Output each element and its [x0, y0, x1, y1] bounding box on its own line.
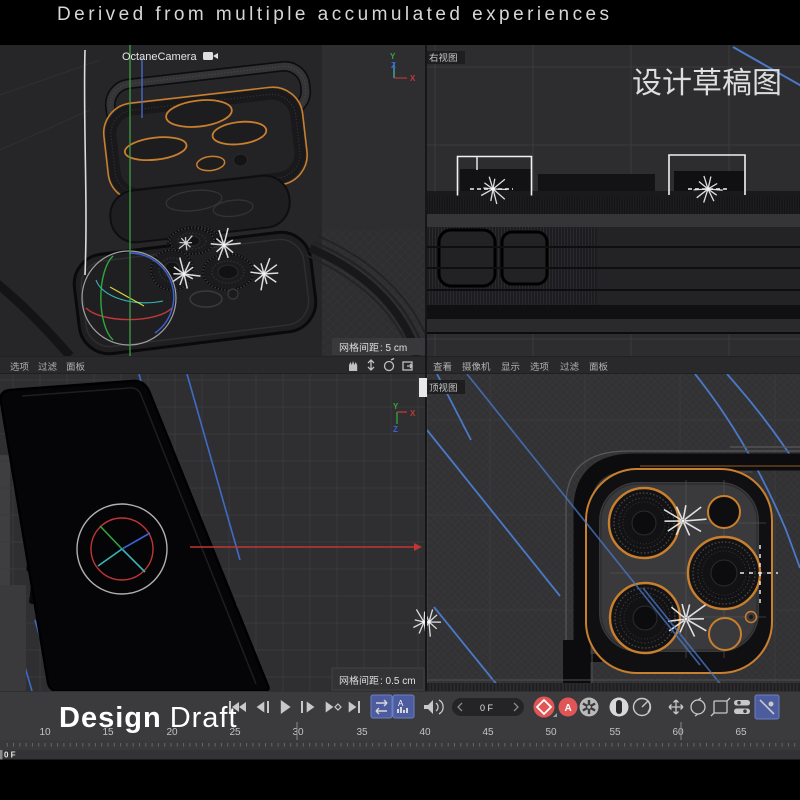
svg-text:10: 10 [39, 727, 51, 738]
svg-text:45: 45 [482, 727, 494, 738]
svg-text:40: 40 [419, 727, 431, 738]
svg-text:Y: Y [393, 402, 399, 411]
svg-text:Y: Y [390, 52, 396, 61]
svg-text:DesignDraft: DesignDraft [59, 702, 238, 734]
svg-text:60: 60 [672, 727, 684, 738]
svg-text:0 F: 0 F [480, 703, 494, 713]
svg-text:Z: Z [393, 425, 398, 434]
svg-text:65: 65 [735, 727, 747, 738]
svg-text:: 0.5 cm: : 0.5 cm [380, 676, 416, 687]
svg-text:OctaneCamera: OctaneCamera [122, 51, 197, 63]
svg-text:50: 50 [545, 727, 557, 738]
svg-text:A: A [565, 703, 572, 714]
svg-text:A: A [398, 699, 404, 708]
svg-text:0 F: 0 F [4, 751, 16, 760]
svg-text:55: 55 [609, 727, 621, 738]
svg-text:Z: Z [391, 61, 396, 70]
svg-text:: 5 cm: : 5 cm [380, 343, 407, 354]
svg-text:30: 30 [292, 727, 304, 738]
svg-text:35: 35 [356, 727, 368, 738]
svg-text:X: X [410, 74, 416, 83]
svg-text:X: X [410, 409, 416, 418]
